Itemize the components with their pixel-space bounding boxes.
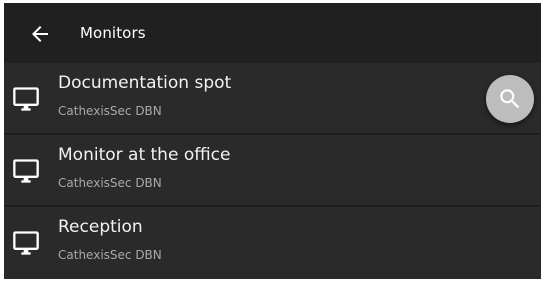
list-item[interactable]: Monitor at the office CathexisSec DBN (4, 135, 541, 207)
list-item[interactable]: Documentation spot CathexisSec DBN (4, 63, 541, 135)
monitor-server: CathexisSec DBN (58, 176, 162, 190)
monitor-list: Documentation spot CathexisSec DBN Monit… (4, 63, 541, 277)
monitor-icon (12, 229, 40, 257)
monitor-icon (12, 157, 40, 185)
monitor-server: CathexisSec DBN (58, 248, 162, 262)
search-button[interactable] (486, 75, 534, 123)
app-bar: Monitors (4, 3, 541, 63)
back-button[interactable] (28, 22, 52, 46)
monitor-name: Documentation spot (58, 73, 232, 93)
arrow-left-icon (28, 22, 52, 46)
search-icon (497, 86, 523, 112)
monitor-server: CathexisSec DBN (58, 104, 162, 118)
monitor-icon (12, 85, 40, 113)
monitors-screen: Monitors Documentation spot CathexisSec … (4, 3, 541, 279)
monitor-name: Reception (58, 217, 143, 237)
monitor-name: Monitor at the office (58, 145, 231, 165)
page-title: Monitors (80, 24, 146, 42)
list-item[interactable]: Reception CathexisSec DBN (4, 207, 541, 277)
